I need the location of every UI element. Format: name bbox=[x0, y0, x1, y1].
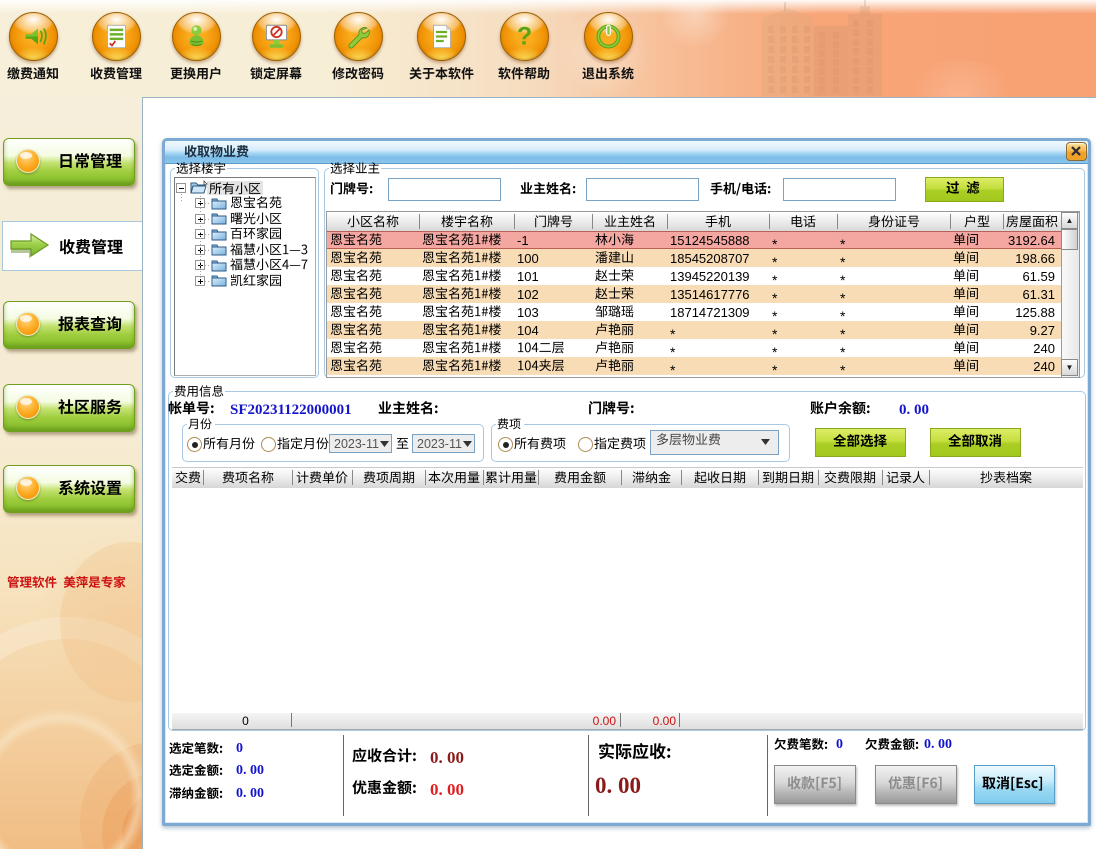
svg-text:?: ? bbox=[517, 23, 532, 50]
